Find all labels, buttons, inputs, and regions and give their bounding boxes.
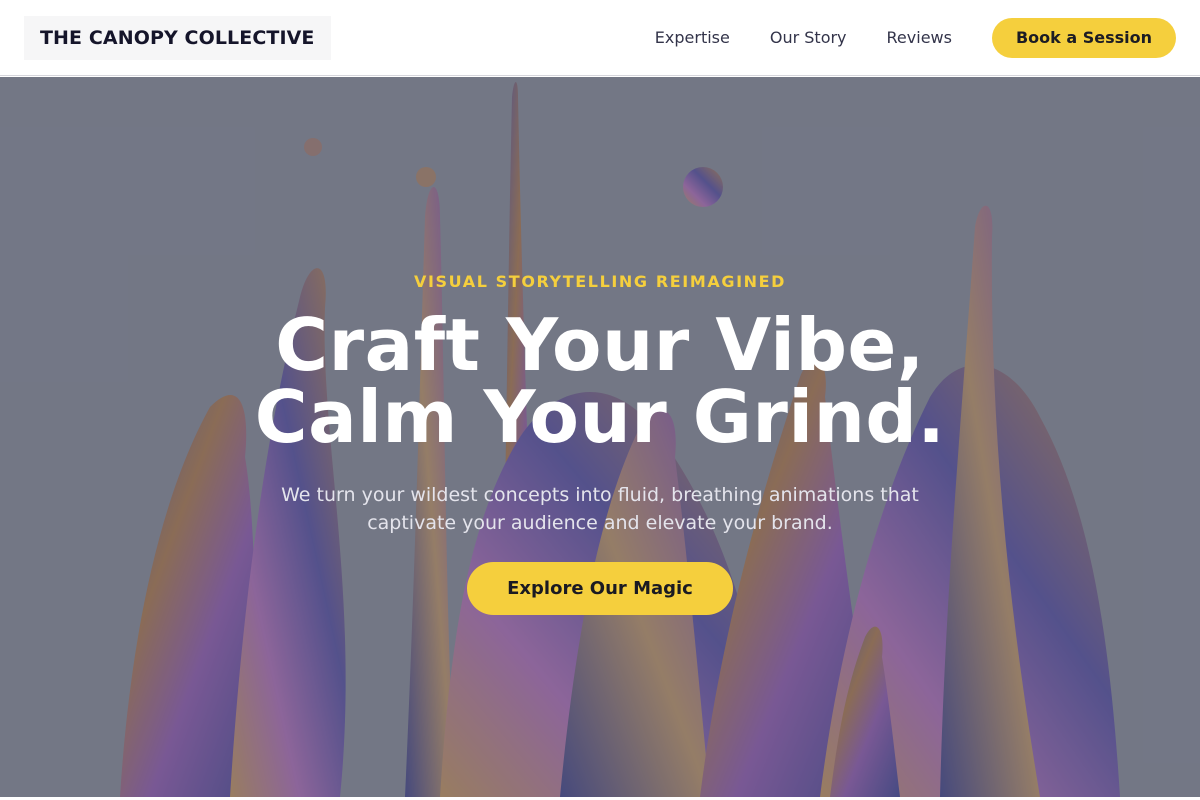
site-header: THE CANOPY COLLECTIVE Expertise Our Stor…	[0, 0, 1200, 76]
explore-magic-button[interactable]: Explore Our Magic	[467, 562, 733, 615]
headline-line-2: Calm Your Grind.	[254, 375, 946, 459]
book-session-button[interactable]: Book a Session	[991, 17, 1176, 58]
hero-subtext: We turn your wildest concepts into fluid…	[281, 484, 919, 534]
hero-eyebrow: VISUAL STORYTELLING REIMAGINED	[413, 272, 787, 291]
hero-section: VISUAL STORYTELLING REIMAGINED Craft You…	[0, 77, 1200, 797]
nav-link-our-story[interactable]: Our Story	[770, 28, 847, 47]
headline-line-1: Craft Your Vibe,	[275, 303, 925, 387]
brand-name: THE CANOPY COLLECTIVE	[40, 26, 315, 49]
nav-link-expertise[interactable]: Expertise	[655, 28, 730, 47]
nav-link-reviews[interactable]: Reviews	[887, 28, 952, 47]
brand-logo[interactable]: THE CANOPY COLLECTIVE	[24, 15, 331, 60]
hero-headline: Craft Your Vibe, Calm Your Grind.	[0, 309, 1200, 453]
main-nav: Expertise Our Story Reviews Book a Sessi…	[655, 17, 1176, 58]
